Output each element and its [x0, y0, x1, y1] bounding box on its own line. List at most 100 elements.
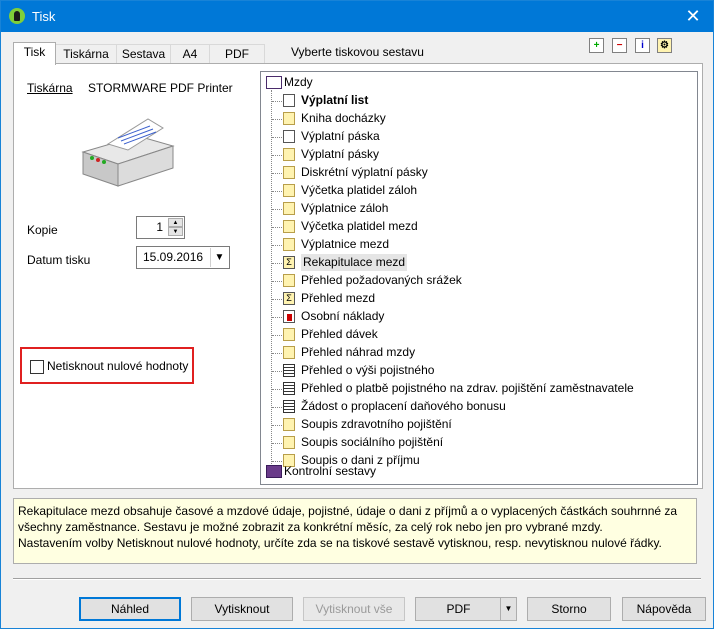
- tree-item-label: Výplatní list: [301, 93, 369, 107]
- cancel-button[interactable]: Storno: [527, 597, 611, 621]
- settings-icon[interactable]: ⚙: [657, 38, 672, 53]
- print-button[interactable]: Vytisknout: [191, 597, 293, 621]
- copies-stepper[interactable]: 1 ▲ ▼: [136, 216, 185, 239]
- print-date-value: 15.09.2016: [143, 250, 204, 264]
- preview-button[interactable]: Náhled: [79, 597, 181, 621]
- tree-item-label: Přehled mezd: [301, 291, 376, 305]
- decrement-icon[interactable]: ▼: [168, 227, 183, 236]
- tree-item-label: Přehled o platbě pojistného na zdrav. po…: [301, 381, 634, 395]
- folder-icon: [283, 238, 295, 251]
- folder-icon: [283, 346, 295, 359]
- remove-icon[interactable]: −: [612, 38, 627, 53]
- folder-icon: [283, 148, 295, 161]
- zero-values-checkbox[interactable]: [30, 360, 44, 374]
- window-title: Tisk: [32, 9, 56, 24]
- tree-line: [272, 407, 282, 408]
- tab-tiskarna[interactable]: Tiskárna: [55, 44, 117, 64]
- tree-line: [272, 137, 282, 138]
- report-tree[interactable]: Mzdy Výplatní list Kniha docházky Výplatní…: [260, 71, 698, 485]
- tree-item-label: Osobní náklady: [301, 309, 385, 323]
- print-date-field[interactable]: 15.09.2016 ▼: [136, 246, 230, 269]
- tree-line: [271, 90, 272, 466]
- folder-icon: [283, 418, 295, 431]
- description-text-1: Rekapitulace mezd obsahuje časové a mzdo…: [18, 504, 678, 534]
- tab-pdf[interactable]: PDF: [209, 44, 265, 64]
- page-icon: [283, 130, 295, 143]
- tree-line: [272, 155, 282, 156]
- chevron-down-icon[interactable]: ▼: [500, 598, 516, 620]
- add-icon[interactable]: +: [589, 38, 604, 53]
- tab-sestava[interactable]: Sestava: [116, 44, 171, 64]
- tree-item-label: Výplatnice mezd: [301, 237, 390, 251]
- tree-line: [272, 353, 282, 354]
- close-icon[interactable]: ✕: [673, 1, 713, 32]
- tree-line: [272, 209, 282, 210]
- tab-panel: Tiskárna STORMWARE PDF Printer Kopie 1 ▲…: [13, 63, 703, 489]
- print-dialog: Tisk ✕ Tisk Tiskárna Sestava A4 PDF Vybe…: [0, 0, 714, 629]
- tree-line: [272, 371, 282, 372]
- tree-line: [272, 173, 282, 174]
- document-icon: [283, 364, 295, 377]
- bar-chart-icon: [283, 310, 295, 323]
- tree-item-label: Kniha docházky: [301, 111, 386, 125]
- tree-item-label: Výplatní pásky: [301, 147, 380, 161]
- folder-icon: [283, 274, 295, 287]
- folder-icon: [283, 166, 295, 179]
- tree-line: [272, 281, 282, 282]
- tree-item-label: Přehled náhrad mzdy: [301, 345, 416, 359]
- increment-icon[interactable]: ▲: [168, 218, 183, 227]
- copies-value: 1: [156, 220, 163, 234]
- tree-line: [272, 443, 282, 444]
- tree-item-label: Přehled o výši pojistného: [301, 363, 435, 377]
- tree-line: [272, 245, 282, 246]
- sigma-icon: Σ: [283, 256, 295, 269]
- print-all-button: Vytisknout vše: [303, 597, 405, 621]
- hint-text: Vyberte tiskovou sestavu: [291, 45, 424, 59]
- copies-label: Kopie: [27, 223, 58, 237]
- tree-line: [272, 317, 282, 318]
- printer-label[interactable]: Tiskárna: [27, 81, 73, 95]
- highlight-box: Netisknout nulové hodnoty: [20, 347, 194, 384]
- description-panel: Rekapitulace mezd obsahuje časové a mzdo…: [13, 498, 697, 564]
- tree-line: [272, 461, 282, 462]
- document-icon: [283, 400, 295, 413]
- tab-a4[interactable]: A4: [170, 44, 210, 64]
- printer-icon: [81, 118, 175, 187]
- tree-item-label: Výplatnice záloh: [301, 201, 389, 215]
- tab-tisk[interactable]: Tisk: [13, 42, 56, 65]
- tree-line: [272, 263, 282, 264]
- tree-item-label: Přehled požadovaných srážek: [301, 273, 462, 287]
- book-icon: [266, 76, 282, 89]
- tree-item-label: Soupis zdravotního pojištění: [301, 417, 452, 431]
- help-button[interactable]: Nápověda: [622, 597, 706, 621]
- book-icon: [266, 465, 282, 478]
- pdf-button[interactable]: PDF ▼: [415, 597, 517, 621]
- folder-icon: [283, 436, 295, 449]
- title-bar[interactable]: Tisk ✕: [1, 1, 713, 32]
- folder-icon: [283, 328, 295, 341]
- printer-name: STORMWARE PDF Printer: [88, 81, 233, 95]
- info-icon[interactable]: i: [635, 38, 650, 53]
- print-date-label: Datum tisku: [27, 253, 91, 267]
- zero-values-label[interactable]: Netisknout nulové hodnoty: [47, 359, 188, 373]
- tree-item-label: Výplatní páska: [301, 129, 380, 143]
- pdf-button-label: PDF: [446, 602, 471, 616]
- sigma-icon: Σ: [283, 292, 295, 305]
- tree-item-label: Výčetka platidel mezd: [301, 219, 418, 233]
- folder-icon: [283, 202, 295, 215]
- tree-item-label: Výčetka platidel záloh: [301, 183, 418, 197]
- document-icon: [283, 382, 295, 395]
- tree-line: [272, 191, 282, 192]
- tree-item-label: Žádost o proplacení daňového bonusu: [301, 399, 506, 413]
- chevron-down-icon[interactable]: ▼: [210, 248, 228, 267]
- description-text-2: Nastavením volby Netisknout nulové hodno…: [18, 536, 662, 550]
- folder-icon: [283, 184, 295, 197]
- tree-line: [272, 299, 282, 300]
- tree-item-label: Rekapitulace mezd: [301, 254, 408, 271]
- tree-line: [272, 227, 282, 228]
- divider: [13, 578, 701, 580]
- folder-icon: [283, 220, 295, 233]
- app-icon: [9, 8, 25, 24]
- page-icon: [283, 94, 295, 107]
- tree-line: [272, 425, 282, 426]
